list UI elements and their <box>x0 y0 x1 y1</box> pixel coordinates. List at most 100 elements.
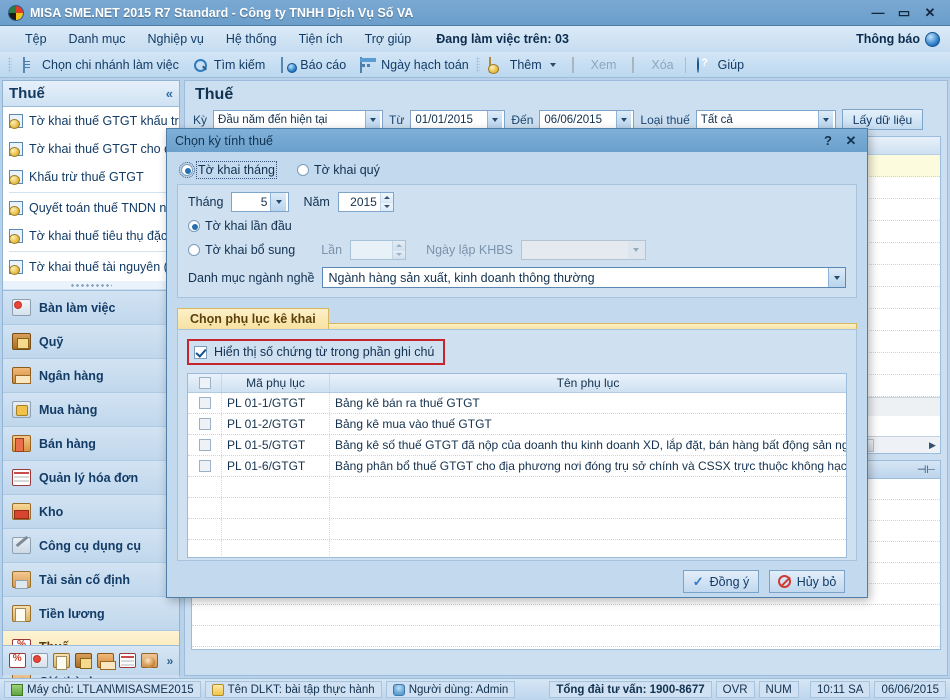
declaration-type-group: Tờ khai tháng Tờ khai quý <box>177 160 857 184</box>
toolbar-report-button[interactable]: Báo cáo <box>272 56 353 74</box>
collapse-sidebar-icon[interactable]: « <box>166 86 173 101</box>
tab-chon-phu-luc-ke-khai[interactable]: Chọn phụ lục kê khai <box>177 308 329 329</box>
toolbar-delete-button: Xóa <box>623 56 680 74</box>
strip-more-icon[interactable]: » <box>167 655 174 667</box>
maximize-icon[interactable]: ▭ <box>896 5 912 20</box>
sidebar-tree-item-gtgt-duan[interactable]: Tờ khai thuế GTGT cho dự... <box>3 135 179 163</box>
select-all-header[interactable] <box>188 374 222 392</box>
sidebar-item-ban-lam-viec[interactable]: Bàn làm việc <box>3 291 179 325</box>
toolbar-add-button[interactable]: Thêm <box>482 56 563 74</box>
sidebar-resize-handle[interactable] <box>3 281 179 290</box>
table-row[interactable]: PL 01-5/GTGT Bảng kê số thuế GTGT đã nộp… <box>188 435 846 456</box>
strip-bank-icon[interactable] <box>96 653 116 670</box>
year-stepper-arrows[interactable] <box>379 193 393 211</box>
sidebar-tree-item-tieuthu-dacbiet[interactable]: Tờ khai thuế tiêu thụ đặc b... <box>3 222 179 250</box>
period-select[interactable]: Đầu năm đến hiện tại <box>213 110 384 129</box>
row-checkbox[interactable] <box>198 460 211 472</box>
industry-select[interactable]: Ngành hàng sản xuất, kinh doanh thông th… <box>322 267 846 288</box>
from-date-input[interactable]: 01/01/2015 <box>410 110 506 129</box>
year-stepper[interactable]: 2015 <box>337 192 394 212</box>
sidebar-item-ban-hang[interactable]: Bán hàng <box>3 427 179 461</box>
sidebar-item-ngan-hang[interactable]: Ngân hàng <box>3 359 179 393</box>
menu-item-he-thong[interactable]: Hệ thống <box>215 29 288 49</box>
row-checkbox-cell[interactable] <box>188 435 222 455</box>
detail-row[interactable] <box>192 626 940 647</box>
strip-cash-icon[interactable] <box>74 653 92 669</box>
detail-row[interactable] <box>192 605 940 626</box>
menu-item-tep[interactable]: Tệp <box>14 29 58 49</box>
status-user-label: Người dùng: Admin <box>408 683 509 696</box>
tax-type-select[interactable]: Tất cả <box>695 110 836 129</box>
show-voucher-checkbox[interactable] <box>194 345 207 359</box>
sidebar-tree-item-khautru-gtgt[interactable]: Khấu trừ thuế GTGT <box>3 163 179 191</box>
cancel-button[interactable]: Hủy bỏ <box>769 570 845 593</box>
year-increment-icon[interactable] <box>380 193 393 203</box>
toolbar-search-button[interactable]: Tìm kiếm <box>186 56 272 74</box>
strip-salary-icon[interactable] <box>52 653 70 670</box>
row-checkbox[interactable] <box>198 397 211 409</box>
get-data-button[interactable]: Lấy dữ liệu <box>841 109 924 130</box>
table-row[interactable]: PL 01-6/GTGT Bảng phân bổ thuế GTGT cho … <box>188 456 846 477</box>
ok-button[interactable]: ✓ Đồng ý <box>683 570 759 593</box>
sidebar-item-cong-cu-dung-cu[interactable]: Công cụ dụng cụ <box>3 529 179 563</box>
tools-icon <box>12 537 31 554</box>
radio-monthly-declaration[interactable]: Tờ khai tháng <box>179 161 277 179</box>
sidebar-tree-item-gtgt-khautru[interactable]: Tờ khai thuế GTGT khấu trừ... <box>3 107 179 135</box>
to-date-dropdown-icon[interactable] <box>616 111 632 128</box>
notification-button[interactable]: Thông báo <box>856 31 950 47</box>
sidebar-item-tai-san-co-dinh[interactable]: Tài sản cố định <box>3 563 179 597</box>
first-declaration-row: Tờ khai lần đầu <box>188 219 846 233</box>
sidebar-item-label: Tiền lương <box>39 606 105 621</box>
period-dropdown-icon[interactable] <box>365 111 381 128</box>
toolbar-accounting-date-button[interactable]: Ngày hạch toán <box>353 56 476 74</box>
row-checkbox-cell[interactable] <box>188 456 222 476</box>
row-checkbox-cell[interactable] <box>188 414 222 434</box>
close-icon[interactable]: ✕ <box>922 5 938 20</box>
sidebar-item-quy[interactable]: Quỹ <box>3 325 179 359</box>
sidebar-icon-strip: » <box>3 645 179 675</box>
radio-first-declaration[interactable]: Tờ khai lần đầu <box>188 219 292 233</box>
dialog-close-icon[interactable]: ✕ <box>845 133 857 149</box>
table-row[interactable]: PL 01-2/GTGT Bảng kê mua vào thuế GTGT <box>188 414 846 435</box>
sidebar-item-mua-hang[interactable]: Mua hàng <box>3 393 179 427</box>
radio-quarterly-declaration[interactable]: Tờ khai quý <box>297 163 380 177</box>
row-checkbox-cell[interactable] <box>188 393 222 413</box>
pin-icon[interactable]: ⊣⊢ <box>917 463 936 476</box>
radio-supplement-declaration[interactable]: Tờ khai bổ sung <box>188 243 295 257</box>
month-dropdown-icon[interactable] <box>270 193 287 211</box>
application-window: MISA SME.NET 2015 R7 Standard - Công ty … <box>0 0 950 700</box>
toolbar-help-button[interactable]: Giúp <box>690 56 751 74</box>
menu-item-tien-ich[interactable]: Tiện ích <box>288 29 354 49</box>
tax-type-dropdown-icon[interactable] <box>817 111 833 128</box>
from-date-dropdown-icon[interactable] <box>487 111 503 128</box>
toolbar-branch-button[interactable]: Chọn chi nhánh làm việc <box>14 56 186 74</box>
menu-item-nghiep-vu[interactable]: Nghiệp vụ <box>137 29 215 49</box>
asset-icon <box>12 571 31 589</box>
menu-item-tro-giup[interactable]: Trợ giúp <box>354 29 423 49</box>
select-all-checkbox[interactable] <box>198 377 211 389</box>
sidebar-tree-item-tainguyen[interactable]: Tờ khai thuế tài nguyên (0... <box>3 253 179 281</box>
chevron-down-icon[interactable] <box>549 62 556 67</box>
times-label: Lần <box>321 243 343 257</box>
strip-tax-icon[interactable] <box>8 653 26 668</box>
sidebar-item-kho[interactable]: Kho <box>3 495 179 529</box>
sidebar-item-tien-luong[interactable]: Tiền lương <box>3 597 179 631</box>
menu-item-danh-muc[interactable]: Danh mục <box>58 29 137 49</box>
month-select[interactable]: 5 <box>231 192 290 212</box>
sidebar-item-quan-ly-hoa-don[interactable]: Quản lý hóa đơn <box>3 461 179 495</box>
table-row[interactable]: PL 01-1/GTGT Bảng kê bán ra thuế GTGT <box>188 393 846 414</box>
strip-desk-icon[interactable] <box>30 653 48 668</box>
row-checkbox[interactable] <box>198 439 211 451</box>
industry-dropdown-icon[interactable] <box>828 268 845 287</box>
strip-invoice-icon[interactable] <box>118 653 136 668</box>
strip-cost-icon[interactable] <box>140 653 158 668</box>
year-decrement-icon[interactable] <box>380 202 393 211</box>
scroll-right-icon[interactable]: ▶ <box>925 440 940 451</box>
sidebar-tree-item-tndn[interactable]: Quyết toán thuế TNDN nă... <box>3 194 179 222</box>
khbs-date-label: Ngày lập KHBS <box>426 243 513 257</box>
minimize-icon[interactable]: — <box>870 5 886 20</box>
row-checkbox[interactable] <box>198 418 211 430</box>
dialog-help-icon[interactable]: ? <box>822 133 834 149</box>
to-date-input[interactable]: 06/06/2015 <box>539 110 635 129</box>
status-user: Người dùng: Admin <box>385 681 516 698</box>
